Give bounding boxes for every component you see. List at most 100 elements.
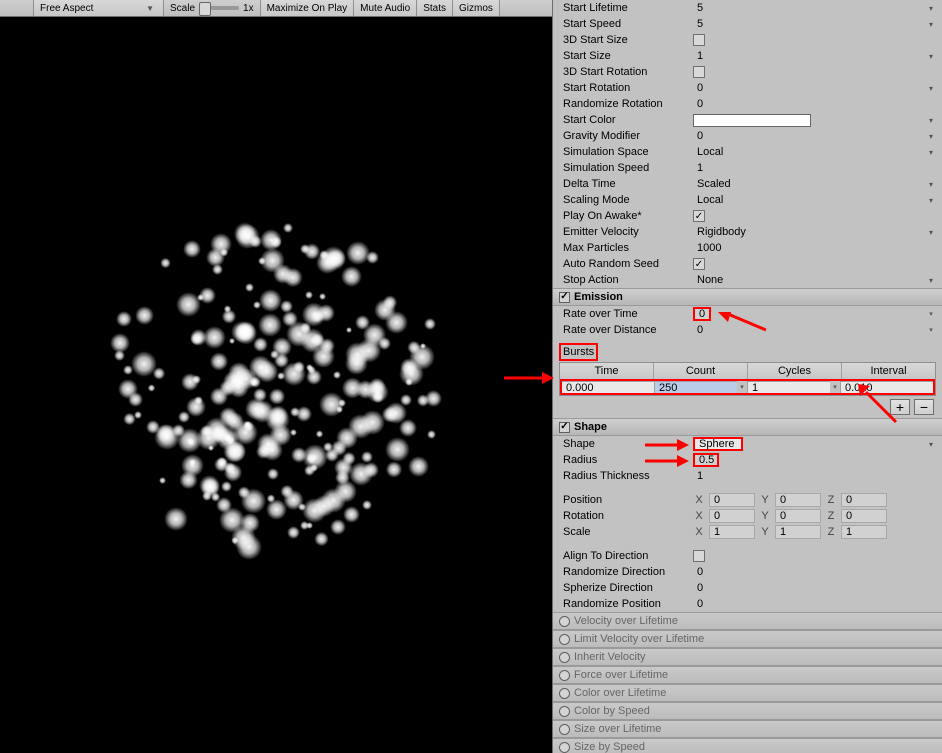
color-swatch[interactable] bbox=[693, 114, 811, 127]
gizmos-button[interactable]: Gizmos bbox=[453, 0, 500, 16]
add-burst-button[interactable]: + bbox=[890, 399, 910, 415]
checkbox[interactable] bbox=[693, 34, 705, 46]
chevron-down-icon[interactable]: ▾ bbox=[926, 4, 936, 13]
chevron-down-icon[interactable]: ▾ bbox=[926, 84, 936, 93]
burst-time-field[interactable]: 0.000 bbox=[562, 381, 654, 393]
module-size-by-speed[interactable]: Size by Speed bbox=[553, 738, 942, 753]
chevron-down-icon[interactable]: ▾ bbox=[926, 228, 936, 237]
numeric-field[interactable]: 0 bbox=[693, 82, 703, 94]
chevron-down-icon[interactable]: ▾ bbox=[926, 116, 936, 125]
rotation-label: Rotation bbox=[559, 510, 693, 522]
chevron-down-icon[interactable]: ▾ bbox=[737, 381, 747, 393]
numeric-field[interactable]: 5 bbox=[693, 2, 703, 14]
scale-label: Scale bbox=[170, 3, 195, 14]
burst-cycles-field[interactable]: 1 bbox=[748, 381, 830, 393]
bursts-col-interval: Interval bbox=[842, 363, 935, 379]
dropdown-value[interactable]: None bbox=[693, 274, 723, 286]
prop-label: Start Color bbox=[559, 114, 693, 126]
emission-checkbox[interactable]: ✓ bbox=[559, 292, 570, 303]
shape-checkbox[interactable]: ✓ bbox=[559, 422, 570, 433]
prop-label: Simulation Speed bbox=[559, 162, 693, 174]
rotation-y[interactable]: 0 bbox=[775, 509, 821, 523]
scale-x[interactable]: 1 bbox=[709, 525, 755, 539]
numeric-field[interactable]: 1 bbox=[693, 162, 703, 174]
rate-over-time-field[interactable]: 0 bbox=[693, 307, 711, 321]
checkbox[interactable]: ✓ bbox=[693, 210, 705, 222]
chevron-down-icon[interactable]: ▾ bbox=[926, 310, 936, 318]
module-size-over-lifetime[interactable]: Size over Lifetime bbox=[553, 720, 942, 738]
emission-header[interactable]: ✓ Emission bbox=[553, 288, 942, 306]
shape-header[interactable]: ✓ Shape bbox=[553, 418, 942, 436]
numeric-field[interactable]: 0 bbox=[693, 130, 703, 142]
dropdown-value[interactable]: Local bbox=[693, 194, 723, 206]
bursts-label: Bursts bbox=[559, 343, 598, 361]
dropdown-value[interactable]: Scaled bbox=[693, 178, 731, 190]
chevron-down-icon[interactable]: ▾ bbox=[926, 52, 936, 61]
chevron-down-icon[interactable]: ▾ bbox=[926, 326, 936, 334]
rand-dir-field[interactable]: 0 bbox=[693, 566, 703, 578]
dropdown-value[interactable]: Local bbox=[693, 146, 723, 158]
module-force-over-lifetime[interactable]: Force over Lifetime bbox=[553, 666, 942, 684]
module-color-over-lifetime[interactable]: Color over Lifetime bbox=[553, 684, 942, 702]
checkbox[interactable] bbox=[693, 66, 705, 78]
numeric-field[interactable]: 1000 bbox=[693, 242, 721, 254]
rand-pos-field[interactable]: 0 bbox=[693, 598, 703, 610]
scene-view[interactable] bbox=[0, 17, 552, 753]
aspect-dropdown[interactable]: Free Aspect ▼ bbox=[34, 0, 164, 16]
rotation-z[interactable]: 0 bbox=[841, 509, 887, 523]
prop-label: Start Speed bbox=[559, 18, 693, 30]
scale-y[interactable]: 1 bbox=[775, 525, 821, 539]
prop-label: Auto Random Seed bbox=[559, 258, 693, 270]
position-z[interactable]: 0 bbox=[841, 493, 887, 507]
module-toggle[interactable] bbox=[559, 634, 570, 645]
bursts-row-0[interactable]: 0.000 250 ▾ 1 ▾ 0.010 bbox=[560, 379, 935, 395]
position-y[interactable]: 0 bbox=[775, 493, 821, 507]
module-toggle[interactable] bbox=[559, 688, 570, 699]
align-checkbox[interactable] bbox=[693, 550, 705, 562]
chevron-down-icon[interactable]: ▾ bbox=[926, 148, 936, 157]
numeric-field[interactable]: 0 bbox=[693, 98, 703, 110]
dropdown-value[interactable]: Rigidbody bbox=[693, 226, 746, 238]
rate-over-distance-field[interactable]: 0 bbox=[693, 323, 711, 337]
module-toggle[interactable] bbox=[559, 670, 570, 681]
scale-slider[interactable] bbox=[199, 6, 239, 10]
module-toggle[interactable] bbox=[559, 616, 570, 627]
scale-z[interactable]: 1 bbox=[841, 525, 887, 539]
mute-button[interactable]: Mute Audio bbox=[354, 0, 417, 16]
checkbox[interactable]: ✓ bbox=[693, 258, 705, 270]
module-toggle[interactable] bbox=[559, 652, 570, 663]
maximize-button[interactable]: Maximize On Play bbox=[261, 0, 355, 16]
position-x[interactable]: 0 bbox=[709, 493, 755, 507]
chevron-down-icon[interactable]: ▾ bbox=[926, 196, 936, 205]
sph-dir-label: Spherize Direction bbox=[559, 582, 693, 594]
stats-button[interactable]: Stats bbox=[417, 0, 453, 16]
chevron-down-icon[interactable]: ▾ bbox=[830, 381, 840, 393]
module-toggle[interactable] bbox=[559, 706, 570, 717]
numeric-field[interactable]: 5 bbox=[693, 18, 703, 30]
chevron-down-icon[interactable]: ▾ bbox=[926, 180, 936, 189]
burst-count-field[interactable]: 250 bbox=[655, 381, 737, 393]
numeric-field[interactable]: 1 bbox=[693, 50, 703, 62]
radius-field[interactable]: 0.5 bbox=[693, 453, 719, 467]
chevron-down-icon[interactable]: ▾ bbox=[926, 132, 936, 141]
remove-burst-button[interactable]: − bbox=[914, 399, 934, 415]
chevron-down-icon[interactable]: ▾ bbox=[926, 276, 936, 285]
radius-thickness-field[interactable]: 1 bbox=[693, 470, 703, 482]
prop-row-stop-action: Stop ActionNone▾ bbox=[553, 272, 942, 288]
rotation-x[interactable]: 0 bbox=[709, 509, 755, 523]
radius-thickness-label: Radius Thickness bbox=[559, 470, 693, 482]
module-velocity-over-lifetime[interactable]: Velocity over Lifetime bbox=[553, 612, 942, 630]
burst-interval-field[interactable]: 0.010 bbox=[841, 381, 933, 393]
shape-dropdown[interactable]: Sphere bbox=[693, 437, 743, 451]
module-color-by-speed[interactable]: Color by Speed bbox=[553, 702, 942, 720]
module-toggle[interactable] bbox=[559, 724, 570, 735]
chevron-down-icon[interactable]: ▾ bbox=[926, 20, 936, 29]
prop-label: Gravity Modifier bbox=[559, 130, 693, 142]
chevron-updown-icon[interactable]: ▾ bbox=[926, 440, 936, 449]
module-limit-velocity-over-lifetime[interactable]: Limit Velocity over Lifetime bbox=[553, 630, 942, 648]
module-inherit-velocity[interactable]: Inherit Velocity bbox=[553, 648, 942, 666]
sph-dir-field[interactable]: 0 bbox=[693, 582, 703, 594]
module-toggle[interactable] bbox=[559, 742, 570, 753]
scale-control[interactable]: Scale 1x bbox=[164, 0, 261, 16]
bursts-header: Time Count Cycles Interval bbox=[560, 363, 935, 379]
